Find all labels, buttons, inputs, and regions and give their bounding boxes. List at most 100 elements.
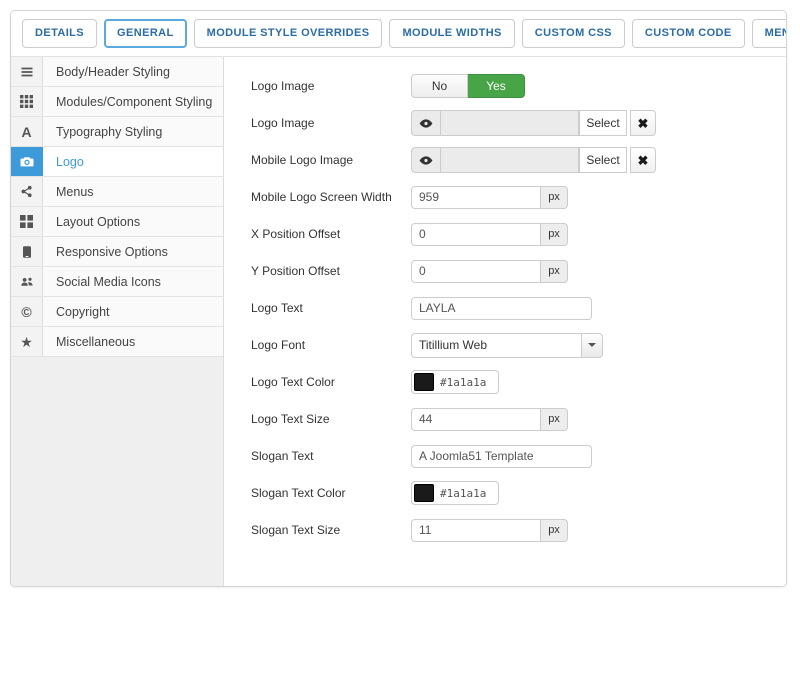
logo-image-no-button[interactable]: No: [411, 74, 468, 98]
row-slogan-text-color: Slogan Text Color #1a1a1a: [251, 480, 786, 506]
sidebar-item-responsive-options[interactable]: Responsive Options: [11, 237, 223, 267]
sidebar-item-copyright[interactable]: © Copyright: [11, 297, 223, 327]
field-label: X Position Offset: [251, 227, 411, 241]
tablet-icon: [11, 237, 43, 266]
logo-image-media-field: Select ✖: [411, 110, 656, 136]
preview-eye-icon[interactable]: [411, 147, 441, 173]
mobile-logo-path-input[interactable]: [441, 147, 579, 173]
slogan-text-color-picker[interactable]: #1a1a1a: [411, 481, 499, 505]
sidebar-item-body-header-styling[interactable]: Body/Header Styling: [11, 57, 223, 87]
sidebar-item-typography-styling[interactable]: A Typography Styling: [11, 117, 223, 147]
sidebar-item-modules-component-styling[interactable]: Modules/Component Styling: [11, 87, 223, 117]
sidebar-filler: [11, 357, 223, 586]
mobile-logo-media-field: Select ✖: [411, 147, 656, 173]
px-unit-addon: px: [541, 260, 568, 283]
tab-menu-assignment[interactable]: MENU ASSIGNMENT: [752, 19, 787, 48]
field-label: Mobile Logo Image: [251, 153, 411, 167]
color-hex-value: #1a1a1a: [440, 487, 486, 500]
row-slogan-text: Slogan Text: [251, 443, 786, 469]
tab-module-widths[interactable]: MODULE WIDTHS: [389, 19, 514, 48]
sidebar-item-label: Menus: [43, 177, 223, 206]
color-swatch: [414, 484, 434, 502]
logo-image-path-input[interactable]: [441, 110, 579, 136]
sidebar-item-label: Body/Header Styling: [43, 57, 223, 86]
sidebar-item-label: Copyright: [43, 297, 223, 326]
chevron-down-icon: [588, 343, 596, 347]
star-icon: ★: [11, 327, 43, 356]
sidebar-item-label: Social Media Icons: [43, 267, 223, 296]
sidebar-item-miscellaneous[interactable]: ★ Miscellaneous: [11, 327, 223, 357]
px-unit-addon: px: [541, 519, 568, 542]
sidebar-item-layout-options[interactable]: Layout Options: [11, 207, 223, 237]
logo-image-clear-button[interactable]: ✖: [630, 110, 656, 136]
sidebar-item-menus[interactable]: Menus: [11, 177, 223, 207]
logo-font-select[interactable]: Titillium Web: [411, 333, 603, 358]
tab-custom-css[interactable]: CUSTOM CSS: [522, 19, 625, 48]
row-x-position-offset: X Position Offset px: [251, 221, 786, 247]
field-label: Logo Text Color: [251, 375, 411, 389]
logo-text-input[interactable]: [411, 297, 592, 320]
logo-font-value[interactable]: Titillium Web: [411, 333, 582, 358]
logo-image-select-button[interactable]: Select: [579, 110, 627, 136]
grid-2x2-icon: [11, 207, 43, 236]
sidebar-item-label: Modules/Component Styling: [43, 87, 223, 116]
logo-text-color-picker[interactable]: #1a1a1a: [411, 370, 499, 394]
row-logo-image-toggle: Logo Image No Yes: [251, 73, 786, 99]
sidebar-item-label: Responsive Options: [43, 237, 223, 266]
tab-details[interactable]: DETAILS: [22, 19, 97, 48]
logo-image-toggle: No Yes: [411, 74, 525, 98]
color-swatch: [414, 373, 434, 391]
slogan-text-input[interactable]: [411, 445, 592, 468]
template-settings-panel: DETAILS GENERAL MODULE STYLE OVERRIDES M…: [10, 10, 787, 587]
row-y-position-offset: Y Position Offset px: [251, 258, 786, 284]
mobile-logo-select-button[interactable]: Select: [579, 147, 627, 173]
logo-text-size-input[interactable]: [411, 408, 541, 431]
field-label: Logo Text: [251, 301, 411, 315]
field-label: Slogan Text Color: [251, 486, 411, 500]
tab-module-style-overrides[interactable]: MODULE STYLE OVERRIDES: [194, 19, 383, 48]
field-label: Y Position Offset: [251, 264, 411, 278]
px-unit-addon: px: [541, 186, 568, 209]
row-slogan-text-size: Slogan Text Size px: [251, 517, 786, 543]
row-logo-text: Logo Text: [251, 295, 786, 321]
field-label: Logo Font: [251, 338, 411, 352]
field-label: Slogan Text: [251, 449, 411, 463]
y-offset-input[interactable]: [411, 260, 541, 283]
tab-custom-code[interactable]: CUSTOM CODE: [632, 19, 745, 48]
sidebar-item-label: Logo: [43, 147, 223, 176]
row-logo-text-size: Logo Text Size px: [251, 406, 786, 432]
logo-image-yes-button[interactable]: Yes: [468, 74, 525, 98]
color-hex-value: #1a1a1a: [440, 376, 486, 389]
field-label: Slogan Text Size: [251, 523, 411, 537]
slogan-text-size-input[interactable]: [411, 519, 541, 542]
px-unit-addon: px: [541, 408, 568, 431]
settings-sidebar: Body/Header Styling Modules/Component St…: [11, 57, 224, 586]
row-logo-image-media: Logo Image Select ✖: [251, 110, 786, 136]
px-unit-addon: px: [541, 223, 568, 246]
mobile-logo-clear-button[interactable]: ✖: [630, 147, 656, 173]
share-nodes-icon: [11, 177, 43, 206]
mobile-logo-width-input[interactable]: [411, 186, 541, 209]
tab-bar: DETAILS GENERAL MODULE STYLE OVERRIDES M…: [11, 11, 786, 57]
logo-settings-form: Logo Image No Yes Logo Image Select ✖: [224, 57, 786, 586]
field-label: Logo Image: [251, 79, 411, 93]
field-label: Logo Image: [251, 116, 411, 130]
dropdown-caret-button[interactable]: [581, 333, 603, 358]
sidebar-item-logo[interactable]: Logo: [11, 147, 223, 177]
sidebar-item-social-media-icons[interactable]: Social Media Icons: [11, 267, 223, 297]
camera-icon: [11, 147, 43, 176]
field-label: Logo Text Size: [251, 412, 411, 426]
menu-lines-icon: [11, 57, 43, 86]
users-icon: [11, 267, 43, 296]
field-label: Mobile Logo Screen Width: [251, 190, 411, 204]
sidebar-item-label: Layout Options: [43, 207, 223, 236]
copyright-icon: ©: [11, 297, 43, 326]
preview-eye-icon[interactable]: [411, 110, 441, 136]
row-logo-font: Logo Font Titillium Web: [251, 332, 786, 358]
letter-a-icon: A: [11, 117, 43, 146]
grid-3x3-icon: [11, 87, 43, 116]
x-offset-input[interactable]: [411, 223, 541, 246]
tab-general[interactable]: GENERAL: [104, 19, 187, 48]
row-mobile-logo-media: Mobile Logo Image Select ✖: [251, 147, 786, 173]
row-logo-text-color: Logo Text Color #1a1a1a: [251, 369, 786, 395]
